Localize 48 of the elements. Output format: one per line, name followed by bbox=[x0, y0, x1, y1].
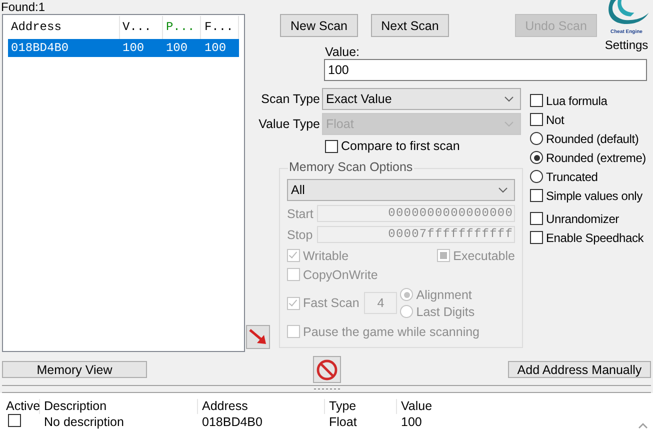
chevron-down-icon bbox=[504, 121, 514, 127]
chevron-down-icon bbox=[498, 187, 508, 193]
scan-type-label: Scan Type bbox=[260, 92, 321, 106]
option-label[interactable]: Not bbox=[546, 112, 564, 126]
compare-first-label[interactable]: Compare to first scan bbox=[341, 139, 460, 153]
value-label: Value: bbox=[325, 45, 360, 59]
option-label[interactable]: Truncated bbox=[546, 170, 598, 184]
option-label[interactable]: Rounded (extreme) bbox=[546, 150, 646, 164]
checkbox[interactable] bbox=[530, 231, 543, 244]
chevron-down-icon bbox=[504, 96, 514, 102]
stop-button[interactable] bbox=[313, 356, 341, 383]
checkbox[interactable] bbox=[530, 113, 543, 126]
scroll-up-icon[interactable] bbox=[637, 421, 649, 431]
column-header[interactable]: Value bbox=[397, 398, 477, 414]
memory-view-button[interactable]: Memory View bbox=[2, 361, 147, 378]
stop-label: Stop bbox=[287, 228, 314, 242]
start-label: Start bbox=[287, 206, 314, 220]
table-cell-text: Float bbox=[328, 415, 358, 429]
table-cell-text: 100 bbox=[400, 415, 423, 429]
checkbox[interactable] bbox=[530, 94, 543, 107]
option-label[interactable]: Unrandomizer bbox=[546, 212, 619, 226]
option-label[interactable]: Enable Speedhack bbox=[546, 230, 644, 244]
radio-button[interactable] bbox=[530, 170, 543, 183]
add-address-button[interactable]: Add Address Manually bbox=[508, 361, 651, 378]
column-header[interactable]: Type bbox=[325, 398, 397, 414]
radio-button[interactable] bbox=[530, 151, 543, 164]
value-field[interactable]: 100 bbox=[324, 59, 647, 81]
group-title: Memory Scan Options bbox=[288, 160, 414, 174]
option-label[interactable]: Simple values only bbox=[546, 188, 642, 202]
checkbox[interactable] bbox=[530, 189, 543, 202]
result-row[interactable]: 018BD4B0 100 100 100 bbox=[8, 39, 239, 57]
scan-button[interactable]: New Scan bbox=[280, 14, 358, 37]
active-checkbox[interactable] bbox=[8, 414, 21, 427]
option-label[interactable]: Lua formula bbox=[546, 94, 608, 108]
found-count: Found:1 bbox=[0, 0, 46, 14]
option-label[interactable]: Rounded (default) bbox=[546, 132, 639, 146]
scan-type-dropdown[interactable]: Exact Value bbox=[322, 88, 521, 110]
column-header[interactable]: Description bbox=[40, 398, 198, 414]
scan-button[interactable]: Next Scan bbox=[371, 14, 449, 37]
arrow-button[interactable] bbox=[246, 325, 270, 349]
value-type-label: Value Type bbox=[258, 117, 321, 131]
radio-button[interactable] bbox=[530, 132, 543, 145]
settings-label[interactable]: Settings bbox=[604, 38, 648, 52]
checkbox[interactable] bbox=[530, 212, 543, 225]
table-cell-text: No description bbox=[43, 415, 125, 429]
checkbox[interactable] bbox=[325, 140, 338, 152]
column-header[interactable]: Address bbox=[198, 398, 325, 414]
table-cell-text: 018BD4B0 bbox=[201, 415, 264, 429]
